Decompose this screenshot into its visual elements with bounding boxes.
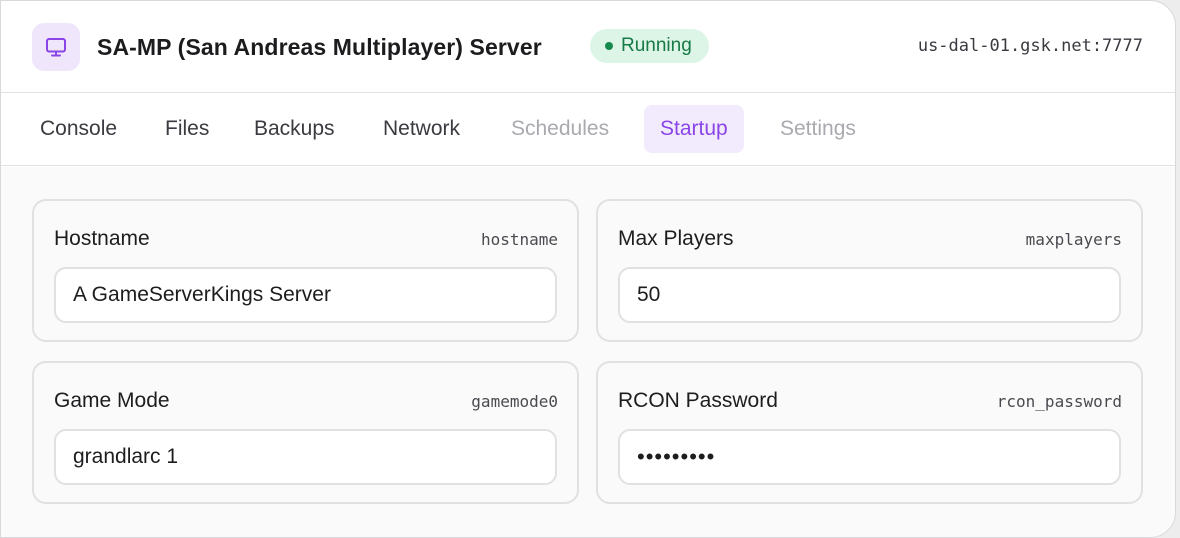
- server-title: SA-MP (San Andreas Multiplayer) Server: [97, 34, 542, 60]
- variable-key: gamemode0: [471, 392, 558, 411]
- monitor-icon: [32, 23, 80, 71]
- tab-console[interactable]: Console: [24, 105, 133, 153]
- tab-files[interactable]: Files: [149, 105, 225, 153]
- server-panel: SA-MP (San Andreas Multiplayer) Server R…: [0, 0, 1176, 538]
- tab-network[interactable]: Network: [367, 105, 476, 153]
- variable-label: Game Mode: [54, 389, 170, 412]
- variable-card-rcon-password: RCON Password rcon_password: [596, 361, 1143, 504]
- tab-settings[interactable]: Settings: [764, 105, 872, 153]
- variable-label: Max Players: [618, 227, 734, 250]
- maxplayers-input[interactable]: [618, 267, 1121, 323]
- hostname-input[interactable]: [54, 267, 557, 323]
- variable-label: Hostname: [54, 227, 150, 250]
- tab-startup[interactable]: Startup: [644, 105, 744, 153]
- status-badge: Running: [590, 29, 709, 63]
- tab-backups[interactable]: Backups: [238, 105, 351, 153]
- variable-key: maxplayers: [1025, 230, 1122, 249]
- startup-variables: Hostname hostname Max Players maxplayers…: [1, 167, 1175, 537]
- variable-card-hostname: Hostname hostname: [32, 199, 579, 342]
- variable-label: RCON Password: [618, 389, 778, 412]
- variable-key: rcon_password: [996, 392, 1122, 411]
- tab-schedules[interactable]: Schedules: [495, 105, 625, 153]
- status-label: Running: [621, 35, 692, 56]
- rcon-password-input[interactable]: [618, 429, 1121, 485]
- variable-card-gamemode: Game Mode gamemode0: [32, 361, 579, 504]
- gamemode-input[interactable]: [54, 429, 557, 485]
- tab-bar: Console Files Backups Network Schedules …: [1, 93, 1175, 166]
- server-address: us-dal-01.gsk.net:7777: [917, 36, 1143, 56]
- status-dot-icon: [605, 42, 613, 50]
- server-header: SA-MP (San Andreas Multiplayer) Server R…: [1, 1, 1175, 93]
- variable-key: hostname: [480, 230, 558, 249]
- variable-card-maxplayers: Max Players maxplayers: [596, 199, 1143, 342]
